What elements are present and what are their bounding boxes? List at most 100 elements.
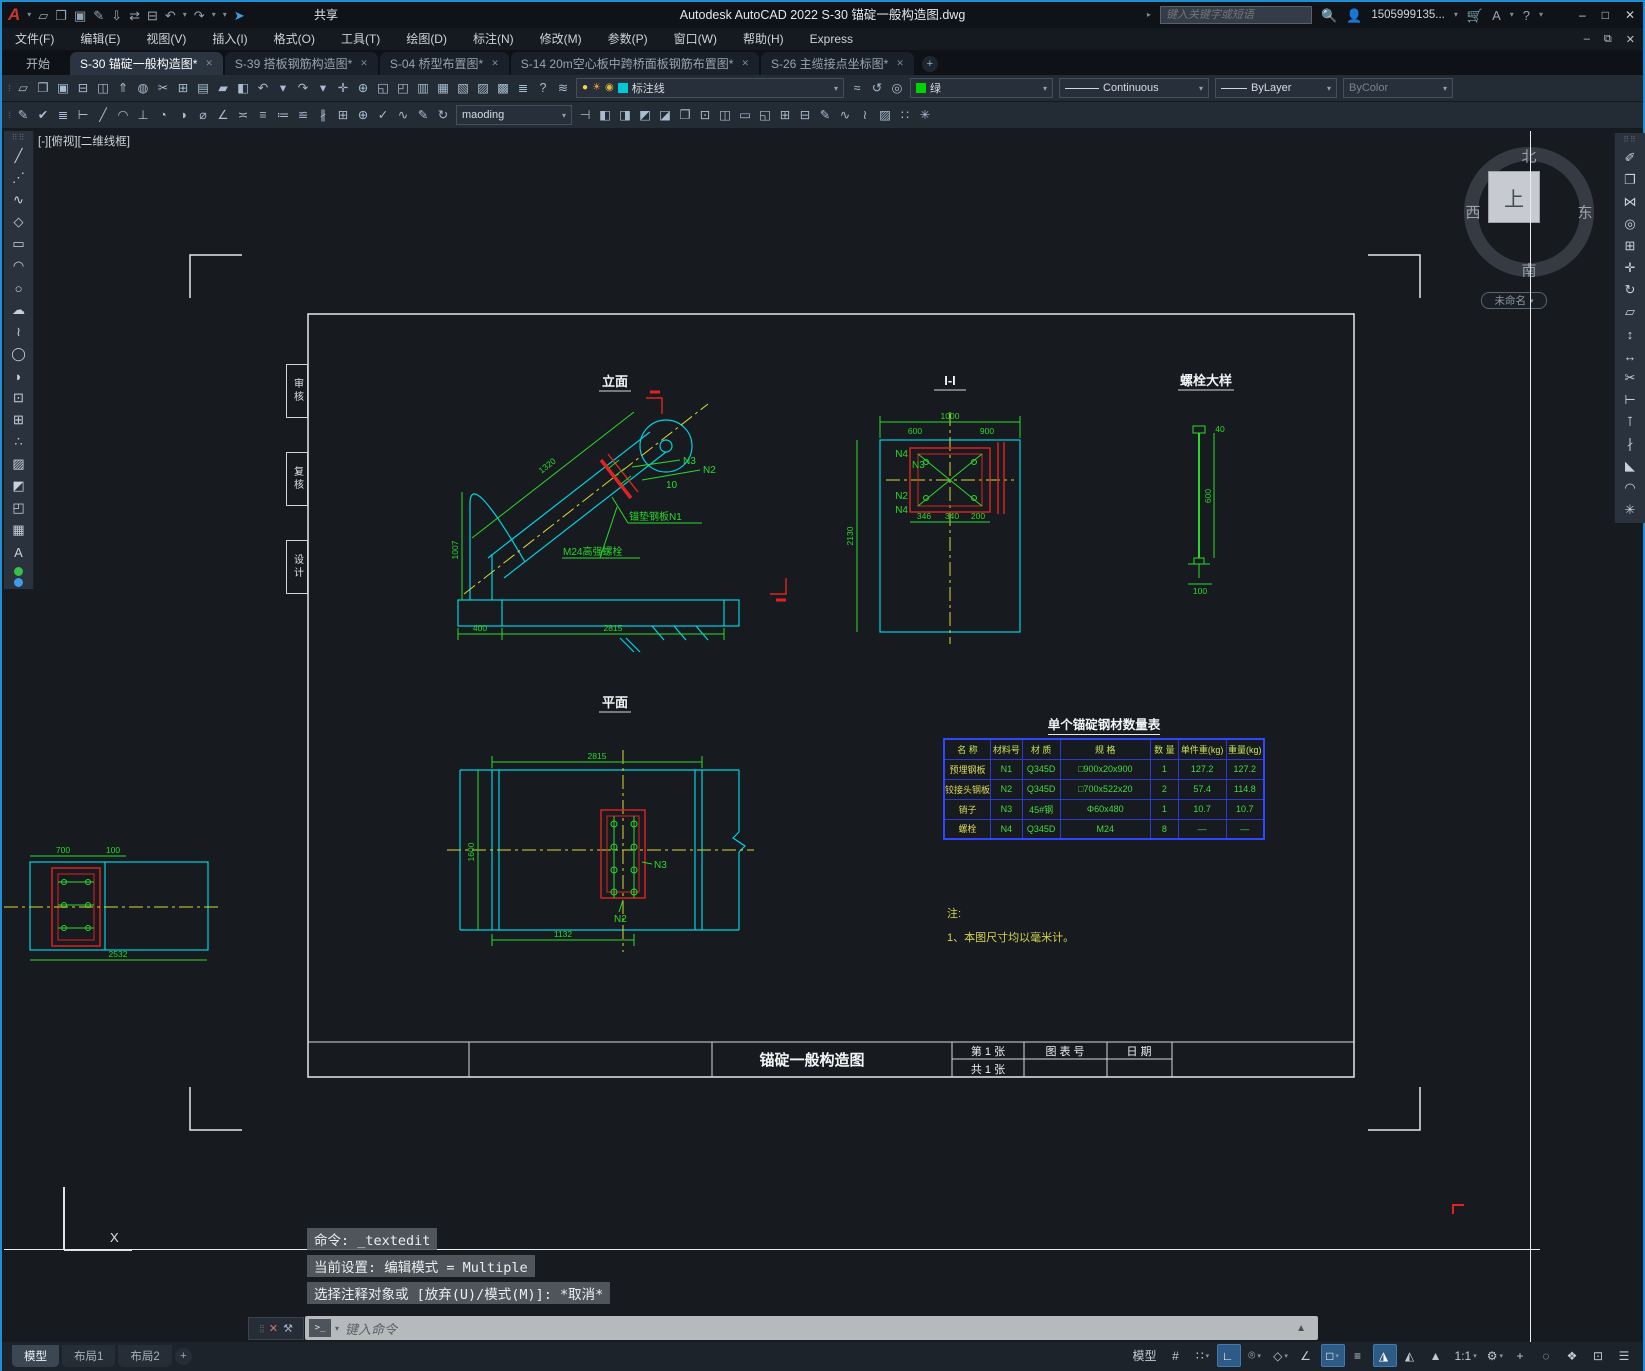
layer-on-icon[interactable]: ● xyxy=(582,83,588,93)
layout-tab[interactable]: 布局1 xyxy=(62,1345,116,1367)
undo-caret-icon[interactable]: ▾ xyxy=(273,78,293,99)
arc-icon[interactable]: ◠ xyxy=(7,255,31,277)
spline-icon[interactable]: ≀ xyxy=(7,321,31,343)
layer-lock-icon[interactable]: ◉ xyxy=(605,83,614,93)
share-icon[interactable]: ➤ xyxy=(234,9,245,22)
layer-freeze-icon[interactable]: ☀ xyxy=(592,83,601,93)
annotation-scale-value[interactable]: 1:1 ▾ xyxy=(1451,1344,1481,1367)
layout-tab[interactable]: 模型 xyxy=(12,1345,59,1367)
autocad-logo-icon[interactable]: A xyxy=(8,5,20,25)
text-edit-icon[interactable]: ✎ xyxy=(13,105,33,126)
isolate-objects-button[interactable]: ◌ xyxy=(1535,1344,1559,1367)
chevron-down-icon[interactable]: ▾ xyxy=(1199,84,1203,93)
viewport-clip-icon[interactable]: ◱ xyxy=(755,105,775,126)
menu-item[interactable]: 帮助(H) xyxy=(730,28,797,50)
dim-style-dropdown[interactable]: maoding ▾ xyxy=(456,105,573,125)
menu-item[interactable]: 文件(F) xyxy=(2,28,67,50)
break-at-point-icon[interactable]: ⊺ xyxy=(1618,411,1642,433)
object-snap-toggle[interactable]: □ ▾ xyxy=(1320,1344,1345,1367)
isometric-drafting-toggle[interactable]: ◇ ▾ xyxy=(1269,1344,1293,1367)
chamfer-icon[interactable]: ◣ xyxy=(1618,455,1642,477)
xref-open-icon[interactable]: ⊡ xyxy=(695,105,715,126)
palette-grip[interactable]: ⠿⠿ xyxy=(12,133,26,142)
logo-caret-icon[interactable]: ▾ xyxy=(27,11,31,19)
layer-dropdown[interactable]: ● ☀ ◉ 标注线 ▾ xyxy=(576,78,845,98)
search-icon[interactable]: 🔍 xyxy=(1321,9,1337,22)
spline-edit-icon[interactable]: ≀ xyxy=(855,105,875,126)
command-input-placeholder[interactable]: 键入命令 xyxy=(345,1319,397,1338)
close-icon[interactable]: ✕ xyxy=(269,1322,278,1335)
dim-angular-icon[interactable]: ∠ xyxy=(213,105,233,126)
new-layout-button[interactable]: + xyxy=(174,1347,192,1365)
erase-icon[interactable]: ✐ xyxy=(1618,147,1642,169)
toolbar-grip[interactable]: ⁞⁞ xyxy=(8,83,11,93)
minimize-button[interactable]: – xyxy=(1579,8,1586,22)
doc-close-button[interactable]: ✕ xyxy=(1626,33,1635,46)
new-file-icon[interactable]: ▱ xyxy=(38,9,48,22)
infocenter-expand-icon[interactable]: ▸ xyxy=(1147,11,1151,19)
array-edit-icon[interactable]: ∷ xyxy=(895,105,915,126)
compass-north[interactable]: 北 xyxy=(1521,146,1536,167)
mirror-icon[interactable]: ⋈ xyxy=(1618,191,1642,213)
explode-icon[interactable]: ✳ xyxy=(1618,499,1642,521)
tab-close-icon[interactable]: ✕ xyxy=(741,58,749,69)
dim-jogged-icon[interactable]: ◑ xyxy=(173,105,193,126)
snap-mode-toggle[interactable]: ∷ ▾ xyxy=(1191,1344,1215,1367)
save-icon[interactable]: ▣ xyxy=(74,9,86,22)
menu-item[interactable]: 格式(O) xyxy=(261,28,328,50)
toolbar-grip[interactable]: ⁞⁞ xyxy=(8,110,11,120)
dim-diameter-icon[interactable]: ⌀ xyxy=(193,105,213,126)
redo-icon[interactable]: ↷ xyxy=(194,9,205,22)
markup-icon[interactable]: ▩ xyxy=(493,78,513,99)
maximize-button[interactable]: □ xyxy=(1602,8,1609,22)
graphics-performance-button[interactable]: ❖ xyxy=(1561,1344,1585,1367)
dim-space-icon[interactable]: ≌ xyxy=(293,105,313,126)
image-frame-icon[interactable]: ▭ xyxy=(735,105,755,126)
user-caret-icon[interactable]: ▾ xyxy=(1454,11,1458,19)
plot-preview-icon[interactable]: ◫ xyxy=(93,78,113,99)
hatch-icon[interactable]: ▨ xyxy=(7,453,31,475)
clean-screen-button[interactable]: ⊡ xyxy=(1587,1344,1611,1367)
dim-inspect-icon[interactable]: ✓ xyxy=(373,105,393,126)
open-icon[interactable]: ❐ xyxy=(33,78,53,99)
undo-icon[interactable]: ↶ xyxy=(165,9,176,22)
history-expand-icon[interactable]: ▲ xyxy=(1296,1323,1306,1334)
print-icon[interactable]: ⊟ xyxy=(147,9,158,22)
line-icon[interactable]: ╱ xyxy=(7,145,31,167)
compass-south[interactable]: 南 xyxy=(1521,260,1536,281)
polyline-edit-icon[interactable]: ∿ xyxy=(835,105,855,126)
dim-break-icon[interactable]: ∦ xyxy=(313,105,333,126)
offset-icon[interactable]: ◎ xyxy=(1618,213,1642,235)
region-icon[interactable]: ◰ xyxy=(7,497,31,519)
viewport-controls[interactable]: [-][俯视][二维线框] xyxy=(38,133,130,149)
ungroup-icon[interactable]: ⊟ xyxy=(795,105,815,126)
explode-icon[interactable]: ✳ xyxy=(915,105,935,126)
dim-jogline-icon[interactable]: ∿ xyxy=(393,105,413,126)
copy-icon[interactable]: ❐ xyxy=(1618,169,1642,191)
extend-icon[interactable]: ⊢ xyxy=(1618,389,1642,411)
view-cube[interactable]: 北 南 西 东 上 未命名 ▾ xyxy=(1449,142,1614,314)
menu-item[interactable]: 视图(V) xyxy=(133,28,199,50)
linetype-dropdown[interactable]: Continuous ▾ xyxy=(1059,78,1210,98)
tab-close-icon[interactable]: ✕ xyxy=(205,58,213,69)
insert-block-icon[interactable]: ⊡ xyxy=(7,387,31,409)
text-icon[interactable]: A xyxy=(7,541,31,563)
object-snap-tracking-toggle[interactable]: ∠ xyxy=(1295,1344,1319,1367)
paste-icon[interactable]: ▤ xyxy=(193,78,213,99)
ellipse-icon[interactable]: ◯ xyxy=(7,343,31,365)
status-menu-button[interactable]: ☰ xyxy=(1613,1344,1637,1367)
menu-item[interactable]: 工具(T) xyxy=(328,28,393,50)
redo-icon[interactable]: ↷ xyxy=(293,78,313,99)
draw-order-below-icon[interactable]: ◪ xyxy=(655,105,675,126)
doc-restore-button[interactable]: ⧉ xyxy=(1604,33,1612,46)
plotstyle-dropdown[interactable]: ByColor ▾ xyxy=(1343,78,1454,98)
file-tab[interactable]: 开始 xyxy=(16,52,68,75)
menu-item[interactable]: 窗口(W) xyxy=(661,28,730,50)
layer-isolate-icon[interactable]: ◎ xyxy=(887,78,907,99)
prompt-caret-icon[interactable]: ▾ xyxy=(335,1324,339,1333)
rotate-icon[interactable]: ↻ xyxy=(1618,279,1642,301)
layout-tab[interactable]: 布局2 xyxy=(118,1345,172,1367)
new-tab-button[interactable]: + xyxy=(921,56,938,72)
dim-quick-icon[interactable]: ≍ xyxy=(233,105,253,126)
layer-states-icon[interactable]: ≈ xyxy=(847,78,867,99)
